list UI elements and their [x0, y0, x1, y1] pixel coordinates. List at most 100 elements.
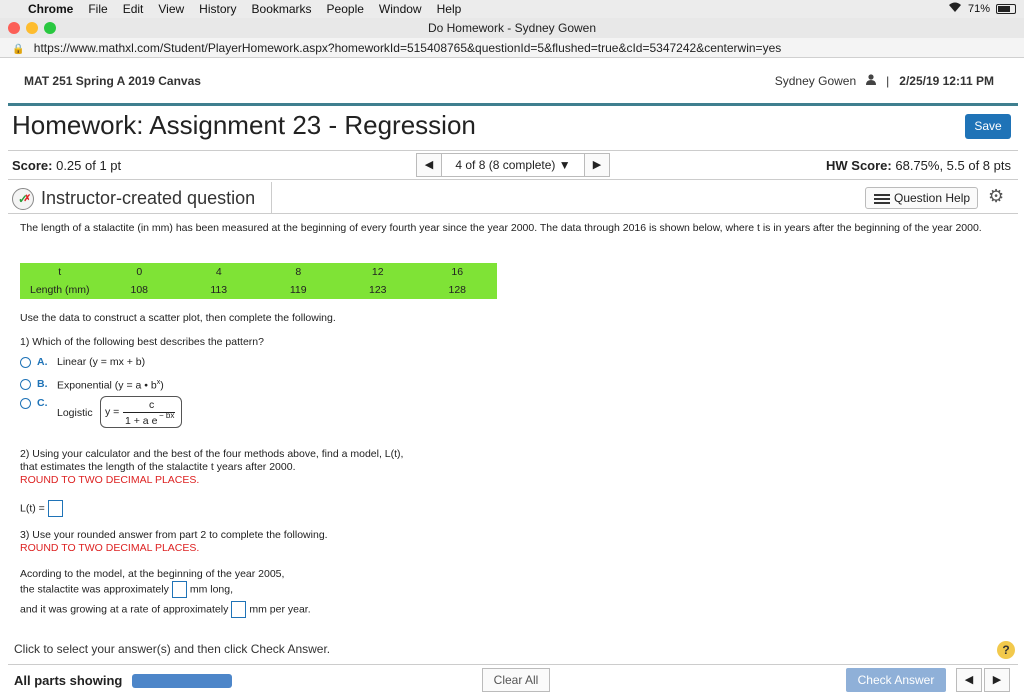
instruction-text: Use the data to construct a scatter plot… — [20, 312, 336, 324]
q3-line2-prefix: the stalactite was approximately — [20, 583, 169, 596]
save-button[interactable]: Save — [965, 114, 1011, 139]
table-cell: 8 — [295, 265, 302, 278]
menu-help[interactable]: Help — [437, 2, 462, 16]
table-cell: 119 — [289, 283, 307, 296]
user-name: Sydney Gowen — [774, 74, 857, 88]
menu-window[interactable]: Window — [379, 2, 422, 16]
question-body: The length of a stalactite (in mm) has b… — [20, 222, 1010, 618]
option-c[interactable]: C. — [20, 397, 57, 410]
round-note-1: ROUND TO TWO DECIMAL PLACES. — [20, 474, 200, 486]
table-cell: 108 — [130, 283, 149, 296]
wifi-icon[interactable] — [948, 2, 962, 16]
partial-credit-icon: ✓ ✗ — [12, 188, 34, 210]
question-2-line-1: 2) Using your calculator and the best of… — [20, 448, 404, 460]
logistic-y: y = — [105, 406, 120, 418]
battery-icon[interactable] — [996, 4, 1016, 14]
menu-file[interactable]: File — [88, 2, 107, 16]
next-part-button[interactable]: ▶ — [984, 668, 1010, 692]
minimize-window-button[interactable] — [26, 22, 38, 34]
hw-score-label: HW Score: — [826, 158, 892, 173]
check-answer-button[interactable]: Check Answer — [846, 668, 946, 692]
table-cell: 113 — [210, 283, 228, 296]
logistic-numerator: c — [149, 399, 155, 411]
current-datetime: 2/25/19 12:11 PM — [899, 74, 994, 88]
table-row: t 0 4 8 12 16 — [20, 263, 497, 281]
rate-answer-input[interactable] — [231, 601, 247, 618]
option-b-text: Exponential (y = a • bx) — [57, 376, 164, 393]
question-type-title: Instructor-created question — [41, 188, 256, 208]
length-answer-input[interactable] — [171, 581, 187, 598]
window-title-bar: Do Homework - Sydney Gowen — [0, 18, 1024, 38]
logistic-formula: y = c 1 + a e − bx — [100, 396, 182, 428]
question-selector[interactable]: 4 of 8 (8 complete) ▼ — [442, 153, 584, 177]
table-cell: t — [58, 265, 62, 278]
q3-line3-suffix: mm per year. — [249, 603, 311, 616]
radio-c[interactable] — [20, 398, 31, 409]
question-header: ✓ ✗ Instructor-created question Question … — [8, 182, 1018, 214]
table-cell: 123 — [368, 283, 387, 296]
lt-answer-row: L(t) = — [20, 500, 66, 517]
parts-progress-bar — [132, 674, 232, 688]
url-text[interactable]: https://www.mathxl.com/Student/PlayerHom… — [34, 41, 781, 55]
hw-score: HW Score: 68.75%, 5.5 of 8 pts — [826, 158, 1011, 173]
table-row: Length (mm) 108 113 119 123 128 — [20, 281, 497, 299]
close-window-button[interactable] — [8, 22, 20, 34]
hw-score-value: 68.75%, 5.5 of 8 pts — [895, 158, 1011, 173]
table-cell: 12 — [371, 265, 384, 278]
table-cell: Length (mm) — [29, 283, 90, 296]
radio-b[interactable] — [20, 378, 31, 390]
zoom-window-button[interactable] — [44, 22, 56, 34]
question-3-line-3: and it was growing at a rate of approxim… — [20, 601, 311, 618]
option-b-formula: Exponential (y = a • b — [57, 379, 157, 392]
question-2-line-2: that estimates the length of the stalact… — [20, 461, 296, 473]
clear-all-button[interactable]: Clear All — [482, 668, 550, 692]
menu-edit[interactable]: Edit — [123, 2, 144, 16]
option-b[interactable]: B. Exponential (y = a • bx) — [20, 376, 164, 393]
next-question-button[interactable]: ▶ — [584, 153, 610, 177]
gear-icon[interactable]: ⚙ — [988, 186, 1004, 207]
table-cell: 0 — [136, 265, 143, 278]
logistic-exponent: − bx — [159, 411, 175, 420]
score-label: Score: — [12, 158, 53, 173]
lt-answer-input[interactable] — [47, 500, 63, 517]
url-bar[interactable]: 🔒 https://www.mathxl.com/Student/PlayerH… — [0, 38, 1024, 58]
header-separator: | — [886, 74, 890, 88]
os-menu-bar: Chrome File Edit View History Bookmarks … — [0, 0, 1024, 18]
question-pager: ◀ 4 of 8 (8 complete) ▼ ▶ — [416, 153, 610, 177]
question-help-button[interactable]: Question Help — [865, 187, 978, 209]
q3-line3-prefix: and it was growing at a rate of approxim… — [20, 603, 229, 616]
menu-people[interactable]: People — [327, 2, 364, 16]
menu-app-name[interactable]: Chrome — [28, 2, 73, 16]
question-3-line-1: Acording to the model, at the beginning … — [20, 568, 285, 580]
page-title: Homework: Assignment 23 - Regression — [12, 110, 476, 140]
option-b-letter: B. — [37, 377, 48, 390]
prev-part-button[interactable]: ◀ — [956, 668, 982, 692]
battery-percent: 71% — [967, 3, 990, 15]
menu-history[interactable]: History — [199, 2, 236, 16]
q3-line2-suffix: mm long, — [189, 583, 234, 596]
window-title: Do Homework - Sydney Gowen — [427, 21, 597, 35]
logistic-denominator: 1 + a e — [125, 415, 158, 427]
menu-bookmarks[interactable]: Bookmarks — [252, 2, 312, 16]
table-cell: 16 — [451, 265, 464, 278]
help-icon[interactable]: ? — [997, 641, 1015, 659]
course-name: MAT 251 Spring A 2019 Canvas — [24, 74, 201, 88]
option-a-text: Linear (y = mx + b) — [57, 356, 146, 368]
option-b-close: ) — [160, 379, 164, 392]
instruction-hint: Click to select your answer(s) and then … — [14, 642, 331, 656]
data-table: t 0 4 8 12 16 Length (mm) 108 113 119 12… — [20, 263, 497, 299]
course-header: MAT 251 Spring A 2019 Canvas Sydney Gowe… — [0, 59, 1018, 103]
header-divider-line — [271, 182, 272, 214]
radio-a[interactable] — [20, 357, 31, 368]
table-cell: 128 — [448, 283, 467, 296]
header-divider — [8, 103, 1018, 106]
menu-view[interactable]: View — [158, 2, 184, 16]
list-icon — [874, 193, 890, 204]
score-bar: Score: 0.25 of 1 pt ◀ 4 of 8 (8 complete… — [8, 150, 1018, 180]
option-c-letter: C. — [37, 397, 48, 409]
option-a[interactable]: A. Linear (y = mx + b) — [20, 356, 145, 369]
score-value: 0.25 of 1 pt — [56, 158, 122, 173]
prev-question-button[interactable]: ◀ — [416, 153, 442, 177]
all-parts-label: All parts showing — [14, 673, 123, 688]
question-1-text: 1) Which of the following best describes… — [20, 336, 264, 348]
